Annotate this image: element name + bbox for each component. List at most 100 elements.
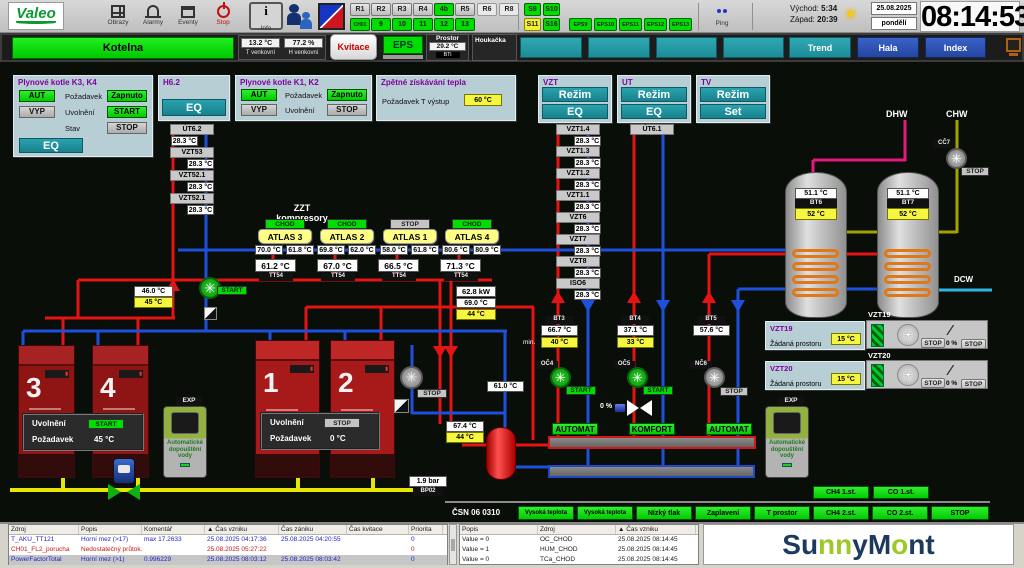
sensor-vzt14[interactable]: VZT1.4 [556, 124, 600, 135]
alarm-co-2st-button[interactable]: CO 2.st. [872, 506, 928, 520]
ch4-1st-button[interactable]: CH4 1.st. [813, 486, 869, 499]
event-row-3[interactable]: Value = 0 TCa_CHOD 25.08.2025 08:14:45 [460, 555, 698, 565]
col-priorita[interactable]: Priorita [409, 525, 443, 534]
atlas1-t2: 61.8 °C [411, 245, 439, 255]
sensor-vzt12[interactable]: VZT1.2 [556, 168, 600, 179]
k34-vyp-button[interactable]: VYP [19, 106, 55, 118]
alarm-t-prostor-button[interactable]: T prostor [754, 506, 810, 520]
k34-aut-button[interactable]: AUT [19, 90, 55, 102]
nc6-pump-icon[interactable]: ✳ [704, 367, 725, 388]
k34-supply-setpoint[interactable]: 45 °C [134, 297, 173, 308]
ut-rezim-button[interactable]: Režim [621, 87, 687, 102]
col-e-vznik[interactable]: ▲ Čas vzniku [616, 525, 696, 534]
alarm-nizky-tlak-button[interactable]: Nízký tlak [636, 506, 692, 520]
sensor-ut61[interactable]: ÚT6.1 [630, 124, 674, 135]
vzt-rezim-button[interactable]: Režim [542, 87, 608, 102]
alarm-row-1[interactable]: T_AKU_TT121 Horní mez (>17) max 17.2633 … [9, 535, 447, 545]
zzt-setpoint-temp[interactable]: 44 °C [456, 309, 496, 320]
col-cas-zaniku[interactable]: Čas zániku [279, 525, 347, 534]
k12-vyp-button[interactable]: VYP [241, 104, 277, 116]
alarm-row-2[interactable]: CH01_FL2_porucha Nedostatečný průtok... … [9, 545, 447, 555]
col-zdroj[interactable]: Zdroj [9, 525, 79, 534]
alarm-table-header[interactable]: Zdroj Popis Komentář ▲ Čas vzniku Čas zá… [9, 525, 447, 535]
vzt19-heater-icon [871, 324, 884, 347]
exp2-screen [773, 412, 801, 434]
event-row-1[interactable]: Value = 0 OC_CHOD 25.08.2025 08:14:45 [460, 535, 698, 545]
sensor-ut62[interactable]: ÚT6.2 [170, 124, 214, 135]
k34-stav-value: STOP [107, 122, 147, 134]
col-e-zdroj[interactable]: Zdroj [538, 525, 616, 534]
exp2-unit[interactable]: Automatickédopouštěnívody [765, 406, 809, 478]
oc5-pump-icon[interactable]: ✳ [627, 367, 648, 388]
vzt20-fan-status[interactable]: STOP [921, 378, 945, 388]
sensor-vzt521b[interactable]: VZT52.1 [170, 193, 214, 204]
bt4-setpoint[interactable]: 33 °C [617, 337, 654, 348]
vzt-eq-button[interactable]: EQ [542, 104, 608, 119]
alarm-vysoka-k12-button[interactable]: Vysoká teplota K12 [518, 506, 574, 520]
k12-pump-icon[interactable]: ✳ [400, 366, 423, 389]
atlas3-t1: 70.0 °C [255, 245, 283, 255]
k12-mix-setpoint[interactable]: 44 °C [446, 432, 484, 443]
col-komentar[interactable]: Komentář [142, 525, 205, 534]
atlas4-unit[interactable]: ATLAS 4 [445, 229, 499, 244]
atlas2-unit[interactable]: ATLAS 2 [320, 229, 374, 244]
alarm-ch4-2st-button[interactable]: CH4 2.st. [813, 506, 869, 520]
boiler-2[interactable]: 2 ▮ [330, 340, 395, 478]
sensor-vzt8[interactable]: VZT8 [556, 256, 600, 267]
k12-info-uvolneni-label: Uvolnění [270, 418, 304, 427]
sensor-vzt6[interactable]: VZT6 [556, 212, 600, 223]
atlas1-unit[interactable]: ATLAS 1 [383, 229, 437, 244]
event-row-2[interactable]: Value = 1 HUM_CHOD 25.08.2025 08:14:45 [460, 545, 698, 555]
panel-zzt-title: Zpětné získávání tepla [381, 78, 511, 87]
vzt20-setpoint[interactable]: 15 °C [831, 373, 861, 385]
bt6-setpoint[interactable]: 52 °C [795, 208, 837, 220]
sensor-vzt7[interactable]: VZT7 [556, 234, 600, 245]
atlas4-t1: 80.6 °C [442, 245, 470, 255]
vzt19-damper-status[interactable]: STOP [961, 339, 986, 349]
alarm-zaplaveni-button[interactable]: Zaplavení [695, 506, 751, 520]
boiler-2-number: 2 [338, 367, 354, 399]
alarm-row-3[interactable]: PowerFactorTotal Horní mez (>1) 0.996229… [9, 555, 447, 565]
bt7-setpoint[interactable]: 52 °C [887, 208, 929, 220]
zzt-setpoint-value[interactable]: 60 °C [464, 94, 502, 106]
valve-actuator-icon[interactable] [614, 403, 626, 413]
cc7-pump-icon[interactable]: ✳ [946, 148, 967, 169]
sensor-vzt13[interactable]: VZT1.3 [556, 146, 600, 157]
bt3-setpoint[interactable]: 40 °C [541, 337, 578, 348]
boiler-1[interactable]: 1 ▮ [255, 340, 320, 478]
sensor-vzt521a[interactable]: VZT52.1 [170, 170, 214, 181]
atlas3-unit[interactable]: ATLAS 3 [258, 229, 312, 244]
alarm-vysoka-k34-button[interactable]: Vysoká teplota K34 [577, 506, 633, 520]
scrollbar-thumb[interactable] [451, 539, 455, 551]
bt3-mode-button[interactable]: AUTOMAT [552, 423, 598, 435]
k12-aut-button[interactable]: AUT [241, 89, 277, 101]
col-popis[interactable]: Popis [79, 525, 142, 534]
event-table-header[interactable]: Popis Zdroj ▲ Čas vzniku [460, 525, 698, 535]
vzt20-damper-status[interactable]: STOP [961, 379, 986, 389]
bt4-mode-button[interactable]: KOMFORT [629, 423, 675, 435]
alarm-stop-button[interactable]: STOP [931, 506, 989, 520]
panel-k12-title: Plynové kotle K1, K2 [240, 78, 367, 87]
exp2-led [782, 463, 792, 467]
col-e-popis[interactable]: Popis [460, 525, 538, 534]
sensor-vzt11[interactable]: VZT1.1 [556, 190, 600, 201]
tv-set-button[interactable]: Set [700, 104, 766, 119]
vzt19-setpoint[interactable]: 15 °C [831, 333, 861, 345]
k34-eq-button[interactable]: EQ [19, 138, 83, 153]
boiler-3[interactable]: 3 ▮ [18, 345, 75, 478]
bt3-temp: 66.7 °C [541, 325, 578, 336]
tv-rezim-button[interactable]: Režim [700, 87, 766, 102]
bt3-min-label: min. [523, 339, 535, 346]
vzt19-fan-status[interactable]: STOP [921, 338, 945, 348]
col-cas-vzniku[interactable]: ▲ Čas vzniku [205, 525, 279, 534]
sensor-vzt53[interactable]: VZT53 [170, 147, 214, 158]
h62-eq-button[interactable]: EQ [162, 99, 226, 116]
alarm-table-scrollbar[interactable] [449, 524, 457, 565]
sensor-iso6[interactable]: ISO6 [556, 278, 600, 289]
ut-eq-button[interactable]: EQ [621, 104, 687, 119]
oc4-pump-icon[interactable]: ✳ [550, 367, 571, 388]
co-1st-button[interactable]: CO 1.st. [873, 486, 929, 499]
bt5-mode-button[interactable]: AUTOMAT [706, 423, 752, 435]
exp1-unit[interactable]: Automatickédopouštěnívody [163, 406, 207, 478]
col-cas-kvitace[interactable]: Čas kvitace [347, 525, 409, 534]
